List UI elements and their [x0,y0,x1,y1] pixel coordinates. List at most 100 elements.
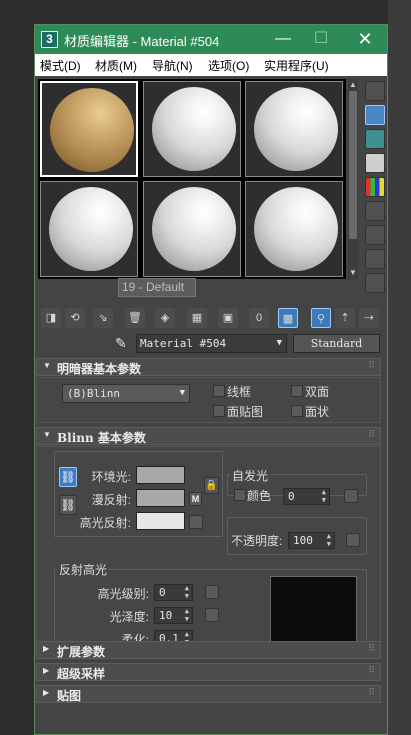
eyedropper-icon[interactable]: ✎ [115,335,131,351]
sample-uv-tiling-icon[interactable] [365,153,385,173]
glossiness-spinner[interactable]: 10 ▲ ▼ [154,607,193,624]
minimize-button[interactable]: — [265,27,301,51]
viewport-edge [388,0,411,735]
diffuse-map-button[interactable]: M [189,492,202,506]
self-illum-spinner[interactable]: 0 ▲ ▼ [283,488,330,505]
face-map-checkbox[interactable] [213,405,225,417]
material-id-channel-icon[interactable]: 0 [249,308,269,328]
specular-label: 高光反射: [79,516,131,530]
rollout-title: 贴图 [57,689,82,703]
padlock-icon[interactable]: 🔒 [204,477,219,494]
chevron-down-icon: ▼ [179,388,185,398]
scroll-up-icon[interactable]: ▲ [348,79,358,91]
show-end-result-icon[interactable]: ⚲ [311,308,331,328]
show-in-viewport-icon[interactable]: ▩ [278,308,298,328]
material-type-button[interactable]: Standard [293,334,380,353]
expand-triangle-icon: ▶ [43,688,50,697]
self-illum-map-button[interactable] [344,489,358,503]
sample-slot-4[interactable] [40,181,138,277]
side-toolbar [363,77,387,297]
put-to-library-icon[interactable]: ▦ [187,308,207,328]
menu-utilities[interactable]: 实用程序(U) [264,57,329,74]
rollout-maps[interactable]: ▶ 贴图 ⠿ [36,685,381,703]
shader-basic-panel: (B)Blinn ▼ 线框 双面 面贴图 面状 [36,377,381,423]
material-sphere [254,87,338,171]
get-material-icon[interactable]: ◨ [41,308,61,328]
ambient-label: 环境光: [91,470,131,484]
wire-checkbox[interactable] [213,385,225,397]
opacity-map-button[interactable] [346,533,360,547]
material-name-field[interactable]: Material #504 ▼ [136,334,287,353]
select-by-material-icon[interactable] [365,249,385,269]
menu-navigation[interactable]: 导航(N) [152,57,193,74]
glossiness-label: 光泽度: [109,610,149,624]
sample-slot-5[interactable] [143,181,241,277]
rollout-shader-basic[interactable]: ▼ 明暗器基本参数 ⠿ [36,358,381,376]
specular-map-button[interactable] [189,515,203,529]
menu-material[interactable]: 材质(M) [95,57,137,74]
background-icon[interactable] [365,129,385,149]
specular-level-value: 0 [159,586,166,599]
maximize-button[interactable]: ☐ [303,27,339,51]
scroll-thumb[interactable] [349,91,357,239]
menu-mode[interactable]: 模式(D) [40,57,81,74]
backlight-icon[interactable] [365,105,385,125]
ambient-color-swatch[interactable] [136,466,185,484]
material-name-row: ✎ Material #504 ▼ Standard [35,332,387,354]
rollout-blinn-basic[interactable]: ▼ Blinn 基本参数 ⠿ [36,427,381,445]
specular-color-swatch[interactable] [136,512,185,530]
shader-type-dropdown[interactable]: (B)Blinn ▼ [62,384,190,403]
go-forward-sibling-icon[interactable]: ⇢ [359,308,379,328]
close-button[interactable]: ✕ [347,27,383,51]
slots-scrollbar[interactable]: ▲ ▼ [348,79,358,279]
material-sphere [152,187,236,271]
rollout-title: Blinn 基本参数 [57,431,146,445]
specular-highlight-curve [270,576,357,648]
rollout-extended-parameters[interactable]: ▶ 扩展参数 ⠿ [36,641,381,659]
self-illum-value: 0 [288,490,295,503]
lock-diffuse-specular-icon[interactable]: ⛓ [59,495,77,515]
sample-slot-2[interactable] [143,81,241,177]
diffuse-color-swatch[interactable] [136,489,185,507]
rollout-title: 明暗器基本参数 [57,362,142,376]
specular-level-map-button[interactable] [205,585,219,599]
spinner-arrows-icon: ▲▼ [184,607,189,623]
material-map-navigator-icon[interactable] [365,273,385,293]
title-bar[interactable]: 3 材质编辑器 - Material #504 — ☐ ✕ [35,25,387,54]
shader-type-value: (B)Blinn [67,387,120,400]
opacity-spinner[interactable]: 100 ▲ ▼ [288,532,335,549]
sample-slot-1[interactable] [40,81,138,177]
make-unique-icon[interactable]: ◈ [155,308,175,328]
sample-slot-3[interactable] [245,81,343,177]
options-icon[interactable] [365,225,385,245]
menu-options[interactable]: 选项(O) [208,57,249,74]
self-illum-color-checkbox[interactable] [234,489,246,501]
opacity-value: 100 [293,534,313,547]
go-to-parent-icon[interactable]: ⇡ [335,308,355,328]
video-color-check-icon[interactable] [365,177,385,197]
grip-icon: ⠿ [368,360,375,370]
collapse-triangle-icon: ▼ [43,361,51,370]
make-preview-icon[interactable] [365,201,385,221]
rollout-supersampling[interactable]: ▶ 超级采样 ⠿ [36,663,381,681]
grip-icon: ⠿ [368,665,375,675]
specular-level-label: 高光级别: [97,587,149,601]
lock-ambient-diffuse-icon[interactable]: ⛓ [59,467,77,487]
faceted-checkbox[interactable] [291,405,303,417]
self-illumination-title: 自发光 [230,467,271,484]
slot-tooltip: 19 - Default [118,278,196,297]
put-to-scene-icon[interactable]: ⟲ [65,308,85,328]
sample-slot-6[interactable] [245,181,343,277]
faceted-label: 面状 [305,405,330,419]
opacity-label: 不透明度: [231,534,283,548]
reset-map-icon[interactable]: 🗑 [125,308,145,328]
sample-type-icon[interactable] [365,81,385,101]
specular-level-spinner[interactable]: 0 ▲ ▼ [154,584,193,601]
two-sided-checkbox[interactable] [291,385,303,397]
material-editor-window: 3 材质编辑器 - Material #504 — ☐ ✕ 模式(D) 材质(M… [34,24,388,735]
glossiness-map-button[interactable] [205,608,219,622]
scroll-down-icon[interactable]: ▼ [348,267,358,279]
specular-highlights-title: 反射高光 [57,561,110,578]
assign-to-selection-icon[interactable]: ⇘ [93,308,113,328]
save-icon[interactable]: ▣ [218,308,238,328]
